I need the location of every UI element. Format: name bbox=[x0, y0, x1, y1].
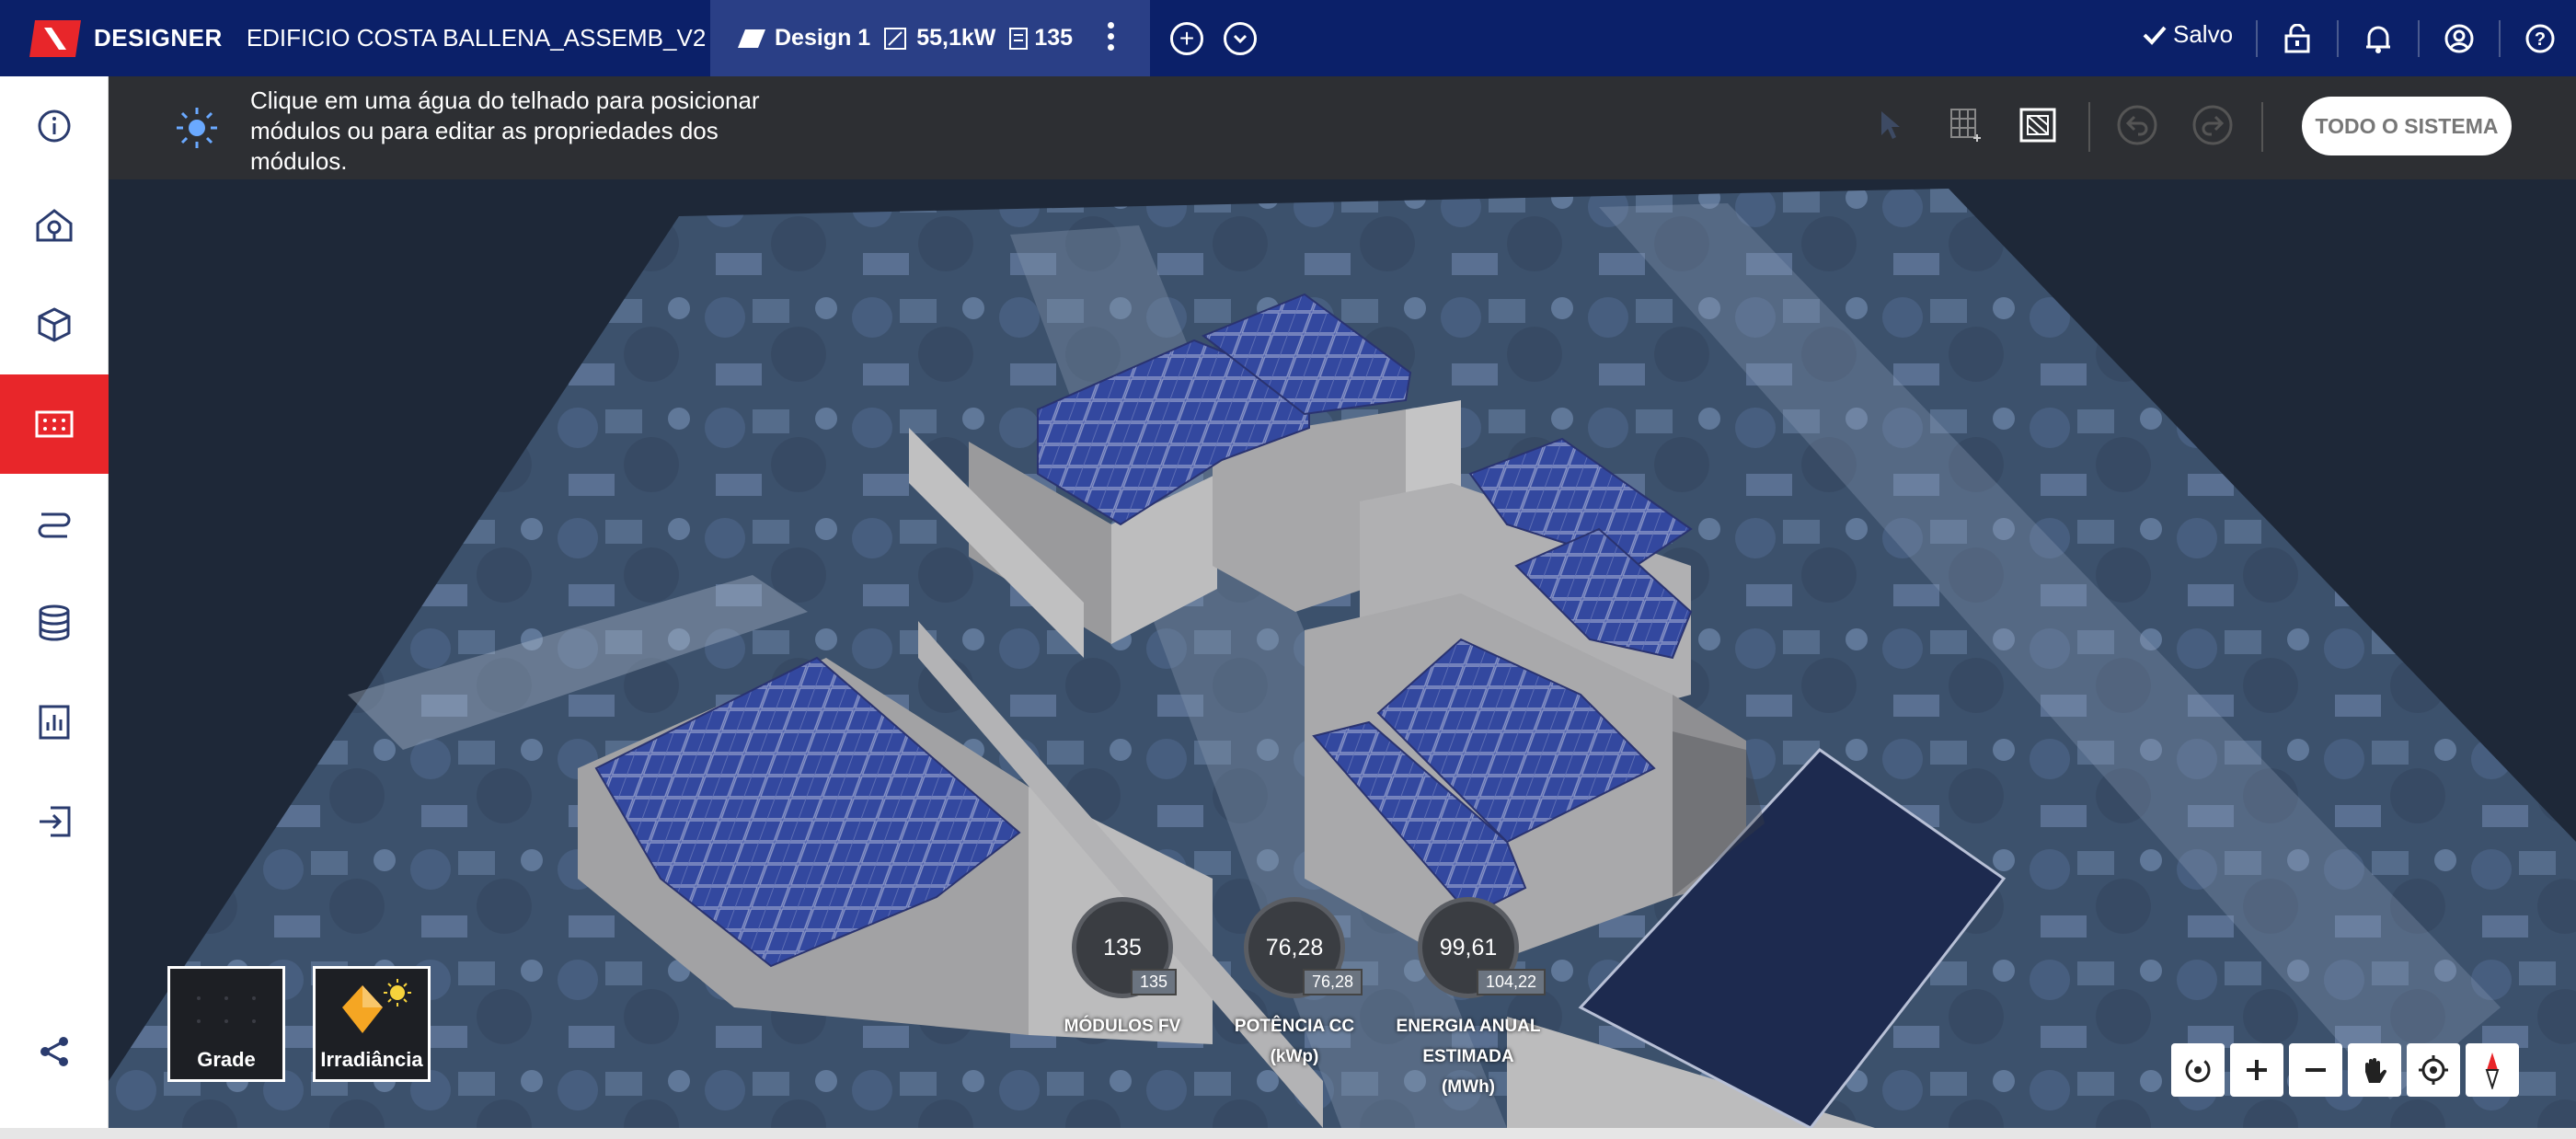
design-name: Design 1 bbox=[775, 25, 871, 51]
layer-grid-label: Grade bbox=[197, 1048, 256, 1071]
export-icon[interactable] bbox=[0, 772, 109, 871]
stat-dc-power-label-1: POTÊNCIA CC bbox=[1234, 1017, 1355, 1036]
top-bar: DESIGNER EDIFICIO COSTA BALLENA_ASSEMB_V… bbox=[0, 0, 2576, 76]
design-module-count: 135 bbox=[1034, 25, 1074, 51]
stat-energy-label-2: ESTIMADA bbox=[1422, 1047, 1514, 1066]
stat-annual-energy: 99,61 104,22 ENERGIA ANUAL ESTIMADA (MWh… bbox=[1397, 897, 1547, 1102]
info-bar: Clique em uma água do telhado para posic… bbox=[109, 76, 2576, 179]
bell-icon[interactable] bbox=[2357, 17, 2399, 60]
pan-hand-icon[interactable] bbox=[2348, 1043, 2401, 1097]
stat-energy-target: 104,22 bbox=[1477, 969, 1547, 995]
zoom-out-icon[interactable] bbox=[2289, 1043, 2342, 1097]
chevron-down-icon[interactable] bbox=[1224, 22, 1257, 55]
undo-icon[interactable] bbox=[2114, 102, 2160, 148]
locate-icon[interactable] bbox=[2407, 1043, 2460, 1097]
module-count-icon bbox=[1009, 27, 1029, 50]
app-brand: DESIGNER bbox=[94, 24, 223, 52]
help-icon[interactable]: ? bbox=[2519, 17, 2561, 60]
lock-icon[interactable] bbox=[2276, 17, 2318, 60]
redo-icon[interactable] bbox=[2190, 102, 2236, 148]
info-icon[interactable] bbox=[0, 76, 109, 176]
panel-grid-icon[interactable] bbox=[0, 374, 109, 474]
stat-energy-label-3: (MWh) bbox=[1441, 1077, 1496, 1097]
more-options-icon[interactable] bbox=[1104, 18, 1117, 57]
stat-energy-label: ENERGIA ANUAL ESTIMADA (MWh) bbox=[1376, 1011, 1560, 1102]
left-sidebar bbox=[0, 76, 109, 1139]
project-name[interactable]: EDIFICIO COSTA BALLENA_ASSEMB_V2 (2) bbox=[247, 24, 742, 52]
layer-irradiance-label: Irradiância bbox=[320, 1048, 423, 1071]
design-power: 55,1kW bbox=[916, 25, 996, 51]
stat-energy-label-1: ENERGIA ANUAL bbox=[1396, 1017, 1541, 1036]
grid-icon bbox=[197, 996, 256, 1023]
stat-modules-target: 135 bbox=[1131, 969, 1178, 995]
share-icon[interactable] bbox=[0, 1002, 109, 1101]
stat-modules-label: MÓDULOS FV bbox=[1064, 1017, 1181, 1036]
layer-grid-toggle[interactable]: Grade bbox=[167, 966, 285, 1082]
instruction-message: Clique em uma água do telhado para posic… bbox=[250, 86, 760, 175]
site-icon[interactable] bbox=[0, 176, 109, 275]
add-design-icon[interactable]: + bbox=[1170, 22, 1203, 55]
svg-text:?: ? bbox=[2535, 29, 2546, 50]
design-icon bbox=[738, 29, 765, 48]
saved-label: Salvo bbox=[2173, 20, 2234, 48]
add-modules-icon[interactable] bbox=[1943, 102, 1989, 148]
check-icon bbox=[2143, 26, 2167, 45]
zoom-in-icon[interactable] bbox=[2230, 1043, 2283, 1097]
irradiance-icon bbox=[342, 979, 411, 1033]
cube-icon[interactable] bbox=[0, 275, 109, 374]
database-icon[interactable] bbox=[0, 573, 109, 673]
sun-icon bbox=[177, 108, 217, 148]
app-logo-icon[interactable] bbox=[29, 19, 81, 57]
routing-icon[interactable] bbox=[0, 474, 109, 573]
whole-system-button[interactable]: TODO O SISTEMA bbox=[2302, 97, 2512, 155]
map-3d-view[interactable]: 135 135 MÓDULOS FV 76,28 76,28 POTÊNCIA … bbox=[109, 179, 2576, 1128]
stat-dc-power: 76,28 76,28 POTÊNCIA CC (kWp) bbox=[1235, 897, 1363, 1072]
orbit-icon[interactable] bbox=[2171, 1043, 2225, 1097]
design-tab[interactable]: Design 1 55,1kW 135 bbox=[710, 0, 1150, 76]
stat-dc-power-target: 76,28 bbox=[1303, 969, 1363, 995]
user-icon[interactable] bbox=[2438, 17, 2480, 60]
stat-dc-power-label: POTÊNCIA CC (kWp) bbox=[1202, 1011, 1386, 1072]
stat-dc-power-label-2: (kWp) bbox=[1270, 1047, 1319, 1066]
saved-status: Salvo bbox=[2142, 20, 2233, 49]
compass-icon[interactable] bbox=[2466, 1043, 2519, 1097]
report-icon[interactable] bbox=[0, 673, 109, 772]
select-icon[interactable] bbox=[1868, 102, 1914, 148]
power-icon bbox=[884, 27, 907, 50]
stat-modules: 135 135 MÓDULOS FV bbox=[1064, 897, 1180, 1041]
bottom-strip bbox=[0, 1128, 2576, 1139]
fill-roof-icon[interactable] bbox=[2015, 102, 2061, 148]
layer-irradiance-toggle[interactable]: Irradiância bbox=[313, 966, 431, 1082]
